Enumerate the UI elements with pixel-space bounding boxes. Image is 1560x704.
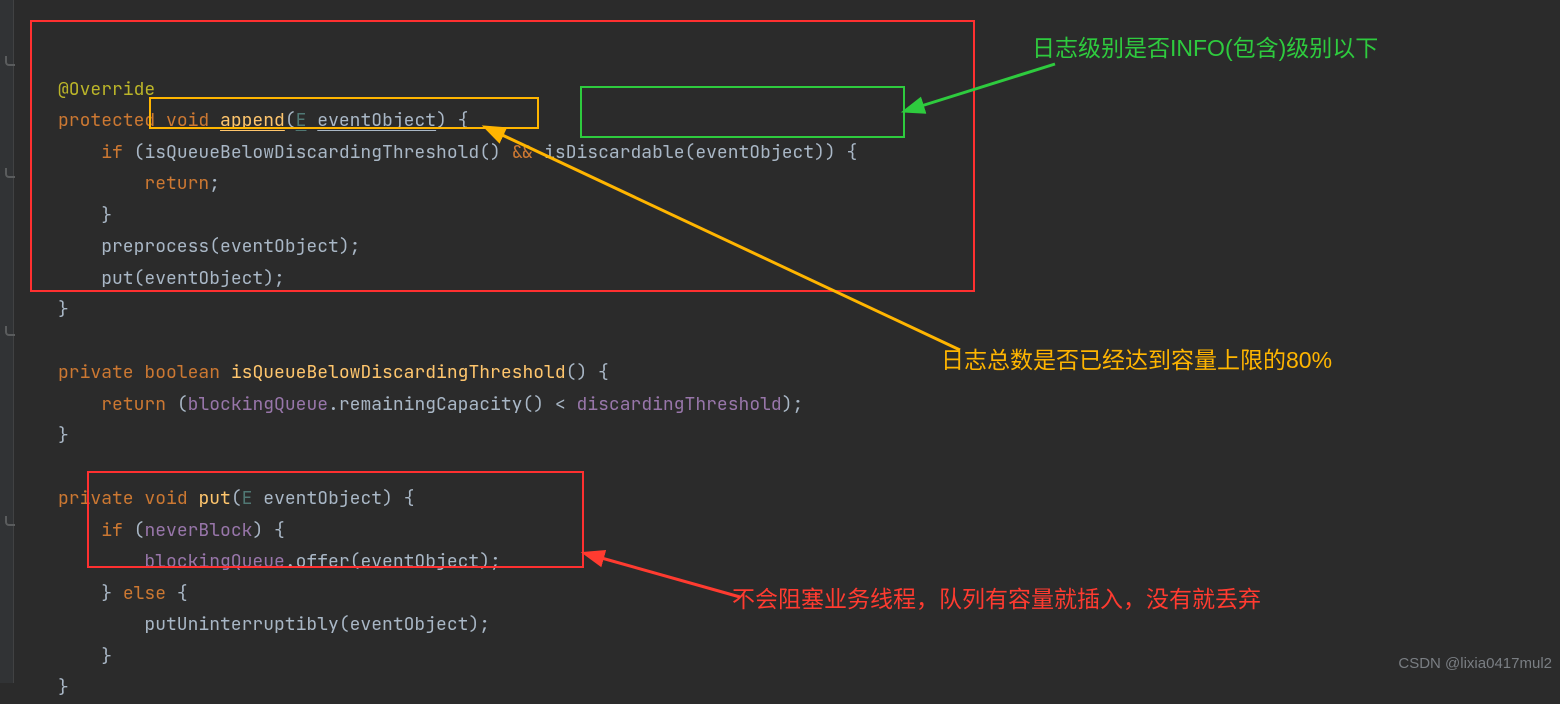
arg-eventObject-5: eventObject: [350, 613, 469, 636]
kw-boolean: boolean: [144, 361, 220, 384]
call-isQueueBelowDiscardingThreshold: isQueueBelowDiscardingThreshold: [144, 141, 479, 164]
kw-if-2: if: [101, 519, 123, 542]
kw-void: void: [166, 109, 209, 132]
arg-eventObject-2: eventObject: [220, 235, 339, 258]
annotation-green: 日志级别是否INFO(包含)级别以下: [1032, 33, 1378, 65]
param-eventObject: eventObject: [317, 109, 436, 132]
watermark: CSDN @lixia0417mul2: [1398, 648, 1552, 680]
call-put: put: [101, 267, 133, 290]
arg-eventObject: eventObject: [695, 141, 814, 164]
gutter: [0, 0, 14, 683]
method-isQueueBelowDiscardingThreshold: isQueueBelowDiscardingThreshold: [231, 361, 566, 384]
kw-return-2: return: [101, 393, 166, 416]
op-lt: <: [555, 393, 566, 416]
call-offer: offer: [296, 550, 350, 573]
kw-void-2: void: [144, 487, 187, 510]
op-and: &&: [512, 141, 534, 164]
type-E: E: [296, 109, 307, 132]
field-blockingQueue: blockingQueue: [188, 393, 328, 416]
field-discardingThreshold: discardingThreshold: [577, 393, 782, 416]
arg-eventObject-3: eventObject: [144, 267, 263, 290]
annotation-red: 不会阻塞业务线程，队列有容量就插入，没有就丢弃: [732, 584, 1261, 616]
kw-protected: protected: [58, 109, 155, 132]
call-putUninterruptibly: putUninterruptibly: [144, 613, 338, 636]
kw-else: else: [123, 582, 166, 605]
field-blockingQueue-2: blockingQueue: [144, 550, 284, 573]
kw-private-2: private: [58, 487, 134, 510]
kw-private: private: [58, 361, 134, 384]
annotation-override: @Override: [58, 78, 155, 101]
annotation-orange: 日志总数是否已经达到容量上限的80%: [941, 345, 1332, 377]
kw-return: return: [144, 172, 209, 195]
type-E-2: E: [242, 487, 253, 510]
call-preprocess: preprocess: [101, 235, 209, 258]
arg-eventObject-4: eventObject: [360, 550, 479, 573]
call-isDiscardable: isDiscardable: [544, 141, 684, 164]
method-put: put: [198, 487, 230, 510]
method-append: append: [220, 109, 285, 132]
param-eventObject-2: eventObject: [263, 487, 382, 510]
call-remainingCapacity: remainingCapacity: [339, 393, 523, 416]
kw-if: if: [101, 141, 123, 164]
field-neverBlock: neverBlock: [144, 519, 252, 542]
